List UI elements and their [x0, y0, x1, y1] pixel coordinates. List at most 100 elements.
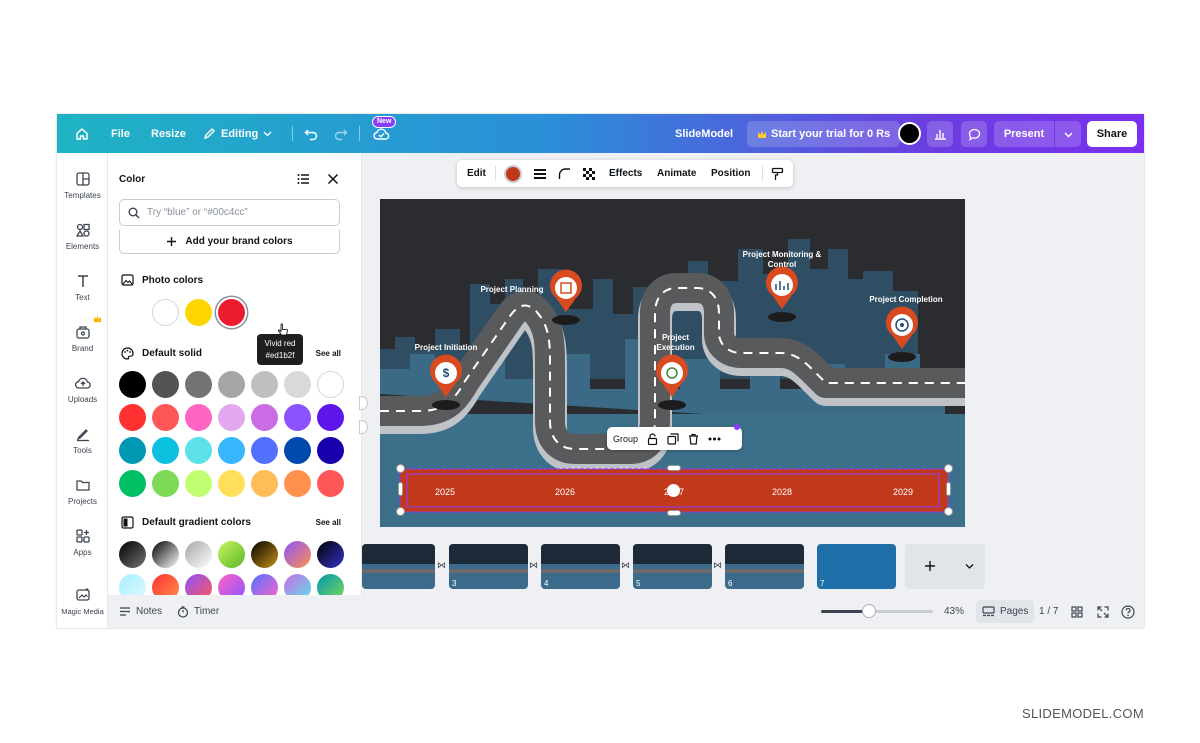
solid-color-swatch[interactable]	[218, 470, 245, 497]
resize-handle[interactable]	[398, 482, 403, 496]
solid-color-swatch[interactable]	[317, 437, 344, 464]
solid-color-swatch[interactable]	[185, 470, 212, 497]
duplicate-icon[interactable]	[667, 432, 679, 445]
resize-handle[interactable]	[667, 510, 681, 516]
gradient-color-swatch[interactable]	[317, 541, 344, 568]
add-brand-colors-button[interactable]: Add your brand colors	[119, 230, 340, 254]
insights-button[interactable]	[927, 121, 953, 147]
list-view-icon[interactable]	[297, 173, 310, 185]
page-thumbnail[interactable]: 4	[541, 544, 620, 589]
photo-color-swatch[interactable]	[218, 299, 245, 326]
undo-button[interactable]	[304, 114, 318, 153]
animate-button[interactable]: Animate	[657, 160, 696, 187]
gradient-color-swatch[interactable]	[152, 574, 179, 595]
solid-color-swatch[interactable]	[185, 437, 212, 464]
gradient-color-swatch[interactable]	[284, 574, 311, 595]
solid-color-swatch[interactable]	[284, 404, 311, 431]
more-options-icon[interactable]	[708, 437, 721, 441]
help-icon[interactable]	[1121, 605, 1135, 619]
resize-handle[interactable]	[667, 465, 681, 471]
solid-color-swatch[interactable]	[218, 437, 245, 464]
close-icon[interactable]	[327, 173, 339, 185]
photo-color-swatch[interactable]	[152, 299, 179, 326]
zoom-level[interactable]: 43%	[944, 595, 964, 628]
solid-color-swatch[interactable]	[152, 371, 179, 398]
border-style-button[interactable]	[533, 160, 547, 187]
solid-color-swatch[interactable]	[251, 470, 278, 497]
rail-item-brand[interactable]: Brand	[57, 324, 108, 353]
gradient-color-swatch[interactable]	[251, 574, 278, 595]
present-button[interactable]: Present	[994, 121, 1054, 147]
solid-color-swatch[interactable]	[152, 470, 179, 497]
page-thumbnail[interactable]: 7	[817, 544, 896, 589]
color-indicator[interactable]	[898, 122, 921, 145]
corner-rounding-button[interactable]	[558, 160, 571, 187]
trash-icon[interactable]	[688, 433, 699, 445]
comment-button[interactable]	[961, 121, 987, 147]
share-button[interactable]: Share	[1087, 121, 1137, 147]
solid-color-swatch[interactable]	[251, 404, 278, 431]
edit-button[interactable]: Edit	[467, 160, 486, 187]
zoom-slider-thumb[interactable]	[862, 604, 876, 618]
start-trial-button[interactable]: Start your trial for 0 Rs	[747, 121, 901, 147]
gradient-color-swatch[interactable]	[119, 574, 146, 595]
gradient-color-swatch[interactable]	[317, 574, 344, 595]
rail-item-projects[interactable]: Projects	[57, 477, 108, 506]
solid-color-swatch[interactable]	[317, 371, 344, 398]
photo-color-swatch[interactable]	[185, 299, 212, 326]
resize-handle[interactable]	[944, 464, 953, 473]
page-thumbnail[interactable]: 6	[725, 544, 804, 589]
copy-style-button[interactable]	[771, 160, 784, 187]
solid-color-swatch[interactable]	[218, 404, 245, 431]
solid-color-swatch[interactable]	[119, 371, 146, 398]
present-options-button[interactable]	[1055, 121, 1081, 147]
notes-button[interactable]: Notes	[119, 595, 162, 628]
gradient-color-swatch[interactable]	[185, 574, 212, 595]
home-button[interactable]	[75, 114, 89, 153]
slide-canvas[interactable]: $ Project Initiation Project Planning Pr…	[380, 199, 965, 527]
solid-color-swatch[interactable]	[284, 437, 311, 464]
gradient-color-swatch[interactable]	[152, 541, 179, 568]
zoom-slider[interactable]	[821, 604, 933, 618]
transparency-button[interactable]	[582, 160, 595, 187]
resize-handle[interactable]	[396, 464, 405, 473]
see-all-solid-link[interactable]: See all	[316, 349, 341, 358]
editing-mode-dropdown[interactable]: Editing	[203, 114, 272, 153]
solid-color-swatch[interactable]	[152, 404, 179, 431]
position-button[interactable]: Position	[711, 160, 750, 187]
color-search-input[interactable]: Try “blue” or “#00c4cc”	[119, 199, 340, 226]
solid-color-swatch[interactable]	[119, 437, 146, 464]
solid-color-swatch[interactable]	[317, 470, 344, 497]
redo-button[interactable]	[334, 114, 348, 153]
page-thumbnail[interactable]: 5	[633, 544, 712, 589]
solid-color-swatch[interactable]	[119, 404, 146, 431]
gradient-color-swatch[interactable]	[284, 541, 311, 568]
solid-color-swatch[interactable]	[251, 371, 278, 398]
group-button[interactable]: Group	[613, 434, 638, 444]
resize-menu[interactable]: Resize	[151, 114, 186, 153]
solid-color-swatch[interactable]	[185, 371, 212, 398]
pages-button[interactable]: Pages	[976, 600, 1035, 623]
fill-color-button[interactable]	[504, 160, 522, 187]
page-thumbnail[interactable]	[362, 544, 435, 589]
rail-item-elements[interactable]: Elements	[57, 222, 108, 251]
solid-color-swatch[interactable]	[119, 470, 146, 497]
gradient-color-swatch[interactable]	[251, 541, 278, 568]
solid-color-swatch[interactable]	[185, 404, 212, 431]
solid-color-swatch[interactable]	[251, 437, 278, 464]
rail-item-magic-media[interactable]: Magic Media	[57, 587, 108, 616]
rail-item-templates[interactable]: Templates	[57, 171, 108, 200]
gradient-color-swatch[interactable]	[119, 541, 146, 568]
resize-handle[interactable]	[944, 507, 953, 516]
effects-button[interactable]: Effects	[609, 160, 642, 187]
collapse-panel-handle[interactable]	[359, 420, 368, 434]
rail-item-tools[interactable]: Tools	[57, 426, 108, 455]
gradient-color-swatch[interactable]	[218, 541, 245, 568]
rail-item-apps[interactable]: Apps	[57, 528, 108, 557]
lock-icon[interactable]	[647, 432, 658, 445]
gradient-color-swatch[interactable]	[185, 541, 212, 568]
solid-color-swatch[interactable]	[284, 470, 311, 497]
see-all-gradient-link[interactable]: See all	[316, 518, 341, 527]
solid-color-swatch[interactable]	[152, 437, 179, 464]
document-title[interactable]: SlideModel	[675, 114, 733, 153]
